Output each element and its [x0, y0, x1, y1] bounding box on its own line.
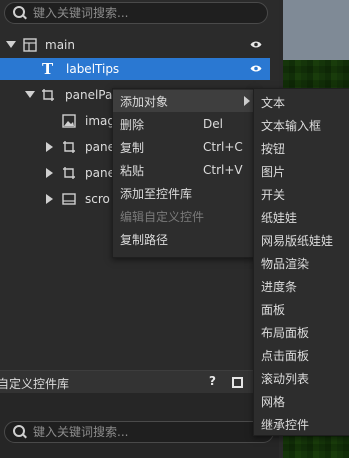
submenu-item-paper-doll[interactable]: 纸娃娃 [261, 209, 297, 226]
panel-icon [42, 89, 54, 101]
canvas-icon [23, 38, 37, 52]
search-icon [13, 6, 27, 20]
collapse-arrow-icon[interactable] [46, 194, 53, 204]
submenu-item-image[interactable]: 图片 [261, 163, 285, 180]
submenu-arrow-icon [244, 96, 250, 106]
help-icon[interactable]: ? [209, 374, 216, 388]
control-library-header: 自定义控件库 ? [0, 370, 279, 393]
library-search-input[interactable] [33, 425, 233, 439]
hierarchy-search-input[interactable] [33, 6, 233, 20]
submenu-item-toggle[interactable]: 开关 [261, 186, 285, 203]
tree-label-main: main [45, 38, 75, 52]
visibility-eye-icon[interactable] [250, 64, 262, 73]
search-icon [13, 425, 27, 439]
menu-item-label: 添加至控件库 [120, 186, 193, 201]
tree-label-labeltips: labelTips [66, 62, 120, 76]
hierarchy-search[interactable] [4, 2, 268, 24]
tree-label-panel2: pane [85, 166, 115, 180]
menu-item-label: 添加对象 [120, 94, 169, 109]
submenu-item-inherit-control[interactable]: 继承控件 [261, 416, 309, 433]
menu-item-edit-custom-control: 编辑自定义控件 [113, 205, 255, 227]
menu-item-add-to-library[interactable]: 添加至控件库 [113, 182, 255, 204]
menu-item-label: 粘贴 [120, 163, 145, 178]
menu-item-shortcut: Ctrl+V [203, 163, 243, 177]
menu-item-copy-path[interactable]: 复制路径 [113, 228, 255, 250]
menu-item-add-object[interactable]: 添加对象 [113, 90, 255, 112]
tree-row-main[interactable]: main [0, 34, 270, 56]
tree-label-panel1: pane [85, 140, 115, 154]
menu-item-copy[interactable]: 复制 Ctrl+C [113, 136, 255, 158]
expand-arrow-icon[interactable] [6, 41, 16, 48]
text-type-icon: T [42, 60, 54, 78]
submenu-item-progress-bar[interactable]: 进度条 [261, 278, 297, 295]
maximize-icon[interactable] [232, 377, 243, 388]
submenu-item-panel[interactable]: 面板 [261, 301, 285, 318]
submenu-item-netease-paper-doll[interactable]: 网易版纸娃娃 [261, 232, 333, 249]
menu-item-paste[interactable]: 粘贴 Ctrl+V [113, 159, 255, 181]
control-library-title: 自定义控件库 [0, 377, 70, 391]
tree-label-scroll: scro [85, 192, 110, 206]
menu-item-shortcut: Del [203, 117, 223, 131]
menu-item-delete[interactable]: 删除 Del [113, 113, 255, 135]
menu-item-label: 编辑自定义控件 [120, 209, 205, 224]
add-object-submenu: 文本 文本输入框 按钮 图片 开关 纸娃娃 网易版纸娃娃 物品渲染 进度条 面板… [253, 88, 349, 436]
submenu-item-scroll-list[interactable]: 滚动列表 [261, 370, 309, 387]
tree-row-labeltips[interactable]: T labelTips [0, 58, 270, 80]
tree-label-image: imag [85, 114, 115, 128]
submenu-item-text[interactable]: 文本 [261, 94, 285, 111]
tree-label-panel: panelPa [65, 88, 113, 102]
expand-arrow-icon[interactable] [25, 91, 35, 98]
submenu-item-layout-panel[interactable]: 布局面板 [261, 324, 309, 341]
visibility-eye-icon[interactable] [250, 40, 262, 49]
menu-item-shortcut: Ctrl+C [203, 140, 243, 154]
menu-item-label: 复制 [120, 140, 145, 155]
menu-item-label: 复制路径 [120, 232, 169, 247]
submenu-item-click-panel[interactable]: 点击面板 [261, 347, 309, 364]
collapse-arrow-icon[interactable] [46, 142, 53, 152]
panel-icon [63, 141, 75, 153]
submenu-item-grid[interactable]: 网格 [261, 393, 285, 410]
library-search[interactable] [4, 421, 274, 443]
context-menu: 添加对象 删除 Del 复制 Ctrl+C 粘贴 Ctrl+V 添加至控件库 编… [112, 88, 256, 258]
collapse-arrow-icon[interactable] [46, 168, 53, 178]
submenu-item-item-render[interactable]: 物品渲染 [261, 255, 309, 272]
menu-item-label: 删除 [120, 117, 145, 132]
scroll-view-icon [62, 193, 76, 205]
image-icon [62, 114, 76, 128]
submenu-item-text-input[interactable]: 文本输入框 [261, 117, 321, 134]
submenu-item-button[interactable]: 按钮 [261, 140, 285, 157]
panel-icon [63, 167, 75, 179]
